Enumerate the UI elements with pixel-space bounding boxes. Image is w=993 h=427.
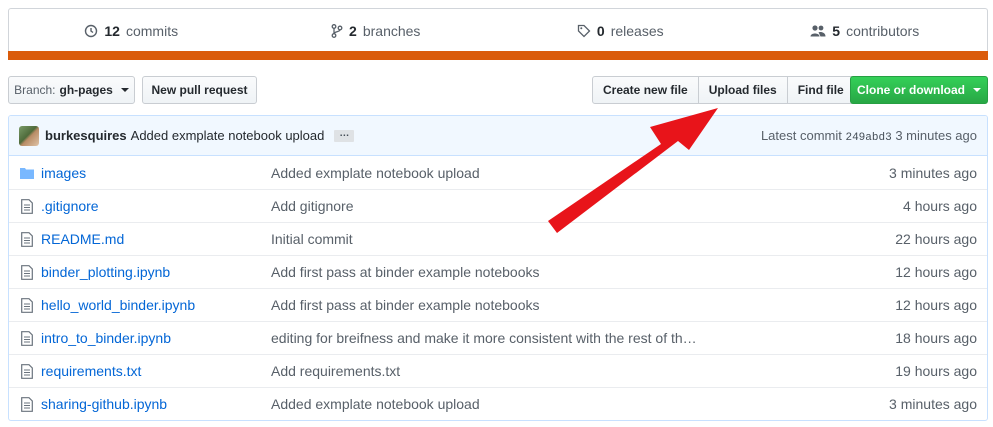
tag-icon (577, 24, 591, 38)
file-icon (19, 198, 35, 214)
file-icon (19, 363, 35, 379)
file-name-link[interactable]: images (41, 165, 271, 181)
file-age: 18 hours ago (895, 330, 977, 346)
latest-commit-info: Latest commit 249abd3 3 minutes ago (761, 128, 977, 144)
file-name-link[interactable]: .gitignore (41, 198, 271, 214)
create-new-file-button[interactable]: Create new file (592, 76, 699, 104)
branch-select-button[interactable]: Branch: gh-pages (8, 76, 135, 104)
repo-summary: 12 commits 2 branches 0 releases 5 contr… (8, 8, 988, 60)
latest-commit-prefix: Latest commit (760, 127, 842, 143)
commits-count: 12 (104, 23, 120, 39)
people-icon (810, 25, 826, 37)
branches-link[interactable]: 2 branches (254, 23, 499, 39)
find-file-button[interactable]: Find file (786, 76, 855, 104)
upload-files-button[interactable]: Upload files (697, 76, 788, 104)
table-row: sharing-github.ipynb Added exmplate noteb… (9, 387, 987, 420)
file-actions-group: Create new file Upload files Find file (592, 76, 855, 104)
file-name-link[interactable]: requirements.txt (41, 363, 271, 379)
branch-name: gh-pages (59, 83, 113, 97)
file-name-link[interactable]: hello_world_binder.ipynb (41, 297, 271, 313)
file-commit-message[interactable]: Add requirements.txt (271, 363, 895, 379)
file-name-link[interactable]: intro_to_binder.ipynb (41, 330, 271, 346)
contributors-label: contributors (846, 23, 920, 39)
commit-author[interactable]: burkesquires (45, 128, 127, 143)
table-row: intro_to_binder.ipynb editing for breifne… (9, 321, 987, 354)
new-pull-request-button[interactable]: New pull request (142, 76, 257, 104)
file-table: burkesquires Added exmplate notebook upl… (8, 115, 988, 421)
clone-or-download-button[interactable]: Clone or download (850, 76, 988, 104)
table-row: hello_world_binder.ipynb Add first pass a… (9, 288, 987, 321)
contributors-link[interactable]: 5 contributors (743, 23, 988, 39)
file-icon (19, 231, 35, 247)
file-name-link[interactable]: binder_plotting.ipynb (41, 264, 271, 280)
branch-icon (331, 24, 343, 38)
file-icon (19, 330, 35, 346)
commit-age: 3 minutes ago (895, 127, 977, 143)
avatar[interactable] (19, 125, 39, 146)
contributors-count: 5 (832, 23, 841, 39)
table-row: README.md Initial commit 22 hours ago (9, 222, 987, 255)
file-age: 22 hours ago (895, 231, 977, 247)
commits-link[interactable]: 12 commits (9, 23, 254, 39)
file-icon (19, 396, 35, 412)
file-age: 12 hours ago (895, 297, 977, 313)
history-icon (85, 24, 98, 38)
file-commit-message[interactable]: editing for breifness and make it more c… (271, 330, 895, 346)
file-list: images Added exmplate notebook upload 3 mi… (9, 156, 987, 420)
commit-message[interactable]: Added exmplate notebook upload (131, 128, 325, 143)
file-age: 3 minutes ago (889, 164, 977, 181)
file-age: 12 hours ago (895, 264, 977, 280)
file-name-link[interactable]: README.md (41, 231, 271, 247)
file-name-link[interactable]: sharing-github.ipynb (41, 396, 271, 412)
file-age: 3 minutes ago (889, 396, 977, 412)
file-commit-message[interactable]: Add gitignore (271, 198, 903, 214)
table-row: binder_plotting.ipynb Add first pass at b… (9, 255, 987, 288)
file-icon (19, 297, 35, 313)
branch-prefix: Branch: (14, 83, 56, 97)
expand-commit-button[interactable]: … (334, 128, 355, 142)
file-commit-message[interactable]: Add first pass at binder example noteboo… (271, 264, 895, 280)
releases-label: releases (610, 23, 664, 39)
file-icon (19, 264, 35, 280)
language-bar[interactable] (8, 51, 988, 60)
branches-label: branches (362, 23, 421, 39)
table-row: .gitignore Add gitignore 4 hours ago (9, 189, 987, 222)
table-row: requirements.txt Add requirements.txt 19 h… (9, 354, 987, 387)
file-age: 4 hours ago (903, 198, 977, 214)
releases-link[interactable]: 0 releases (498, 23, 743, 39)
file-commit-message[interactable]: Added exmplate notebook upload (271, 396, 889, 412)
caret-down-icon (120, 88, 129, 92)
table-row: images Added exmplate notebook upload 3 mi… (9, 156, 987, 189)
file-commit-message[interactable]: Added exmplate notebook upload (271, 165, 889, 181)
commits-label: commits (125, 23, 179, 39)
file-commit-message[interactable]: Add first pass at binder example noteboo… (271, 297, 895, 313)
file-age: 19 hours ago (895, 363, 977, 379)
folder-icon (19, 165, 35, 181)
caret-down-icon (973, 88, 981, 92)
file-commit-message[interactable]: Initial commit (271, 231, 895, 247)
branches-count: 2 (349, 23, 357, 39)
releases-count: 0 (596, 23, 605, 39)
commit-sha[interactable]: 249abd3 (845, 132, 891, 144)
latest-commit-bar: burkesquires Added exmplate notebook upl… (9, 116, 987, 156)
clone-label: Clone or download (857, 83, 965, 97)
